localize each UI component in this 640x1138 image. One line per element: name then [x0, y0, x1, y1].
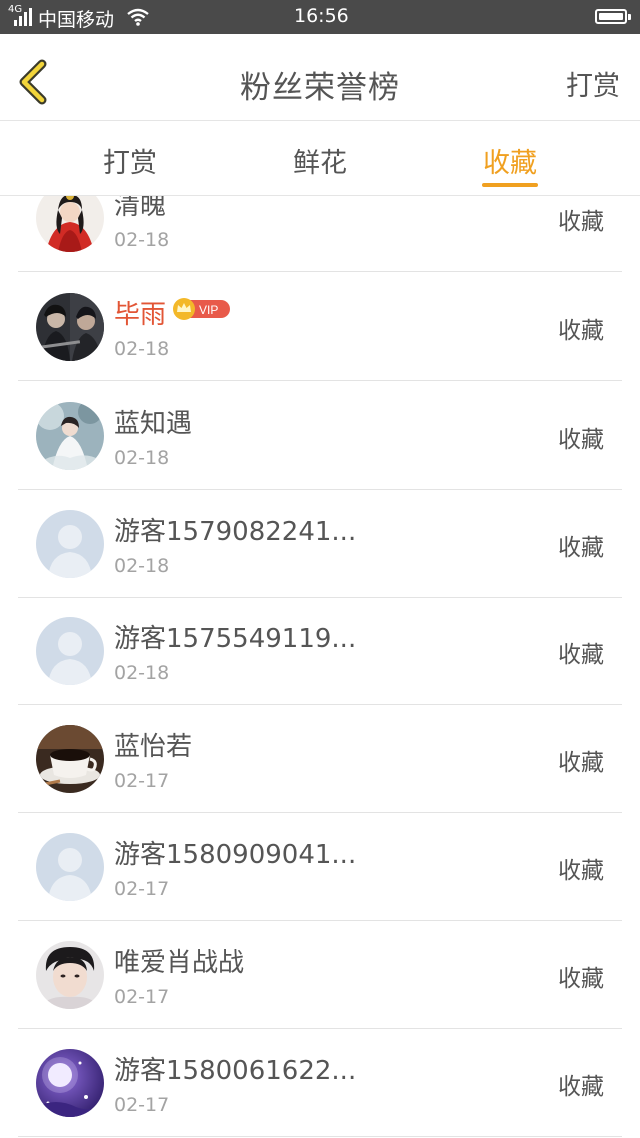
active-tab-indicator	[482, 183, 538, 187]
tab-bar: 打赏 鲜花 收藏	[0, 121, 640, 196]
vip-label: VIP	[199, 303, 218, 317]
fan-action: 收藏	[558, 535, 604, 561]
fan-name[interactable]: 清魄	[114, 196, 166, 222]
reward-button[interactable]: 打赏	[566, 64, 620, 103]
status-bar: 4G 中国移动 16:56	[0, 0, 640, 34]
fan-name[interactable]: 蓝怡若	[114, 726, 192, 763]
signal-icon	[14, 8, 32, 26]
list-item[interactable]: 游客1580909041... 02-17 收藏	[0, 813, 640, 921]
header-bar: 粉丝荣誉榜 打赏	[0, 34, 640, 121]
coffee-cup-avatar[interactable]	[36, 725, 104, 793]
list-item[interactable]: 游客1579082241... 02-18 收藏	[0, 490, 640, 598]
list-item[interactable]: 清魄 02-18 收藏	[0, 196, 640, 272]
default-user-avatar[interactable]	[36, 617, 104, 685]
list-item[interactable]: 蓝怡若 02-17 收藏	[0, 705, 640, 813]
carrier-name: 中国移动	[38, 9, 115, 31]
fan-action: 收藏	[558, 1074, 604, 1100]
dark-portrait-avatar[interactable]	[36, 293, 104, 361]
list-item[interactable]: 毕雨 VIP 02-18 收藏	[0, 273, 640, 381]
list-item[interactable]: 游客1580061622... 02-17 收藏	[0, 1029, 640, 1137]
red-costume-portrait-avatar[interactable]	[36, 196, 104, 252]
white-figure-avatar[interactable]	[36, 402, 104, 470]
fan-action: 收藏	[558, 750, 604, 776]
page-title: 粉丝荣誉榜	[240, 70, 400, 106]
tab-flowers[interactable]: 鲜花	[260, 141, 380, 180]
default-user-avatar[interactable]	[36, 833, 104, 901]
default-user-avatar[interactable]	[36, 510, 104, 578]
fan-date: 02-17	[114, 878, 170, 900]
battery-icon	[595, 9, 631, 24]
fan-action: 收藏	[558, 642, 604, 668]
fan-name[interactable]: 游客1575549119...	[114, 618, 356, 655]
fan-date: 02-18	[114, 338, 170, 360]
fan-name[interactable]: 游客1580061622...	[114, 1050, 356, 1087]
row-divider	[18, 380, 622, 381]
clock: 16:56	[294, 5, 349, 27]
fan-action: 收藏	[558, 966, 604, 992]
fan-date: 02-18	[114, 229, 170, 251]
fan-action: 收藏	[558, 318, 604, 344]
fan-date: 02-18	[114, 447, 170, 469]
list-item[interactable]: 蓝知遇 02-18 收藏	[0, 382, 640, 490]
tab-reward[interactable]: 打赏	[70, 141, 190, 180]
fan-action: 收藏	[558, 209, 604, 235]
wifi-icon	[127, 8, 149, 26]
row-divider	[18, 1136, 622, 1137]
fan-name[interactable]: 游客1579082241...	[114, 511, 356, 548]
fans-list[interactable]: 清魄 02-18 收藏 毕雨 VIP 02-18 收藏 蓝知遇 02-18 收藏…	[0, 196, 640, 1138]
fan-date: 02-17	[114, 1094, 170, 1116]
list-item[interactable]: 唯爱肖战战 02-17 收藏	[0, 921, 640, 1029]
vip-badge[interactable]: VIP	[172, 297, 232, 321]
fan-name[interactable]: 蓝知遇	[114, 403, 192, 440]
fan-name[interactable]: 唯爱肖战战	[114, 942, 244, 979]
tab-favorites[interactable]: 收藏	[450, 141, 570, 180]
fan-date: 02-18	[114, 555, 170, 577]
fan-name[interactable]: 毕雨	[114, 294, 166, 331]
fan-action: 收藏	[558, 858, 604, 884]
fan-action: 收藏	[558, 427, 604, 453]
fan-name[interactable]: 游客1580909041...	[114, 834, 356, 871]
list-item[interactable]: 游客1575549119... 02-18 收藏	[0, 597, 640, 705]
young-man-portrait-avatar[interactable]	[36, 941, 104, 1009]
fan-date: 02-17	[114, 770, 170, 792]
fan-date: 02-18	[114, 662, 170, 684]
row-divider	[18, 271, 622, 272]
fan-date: 02-17	[114, 986, 170, 1008]
purple-moon-avatar[interactable]	[36, 1049, 104, 1117]
